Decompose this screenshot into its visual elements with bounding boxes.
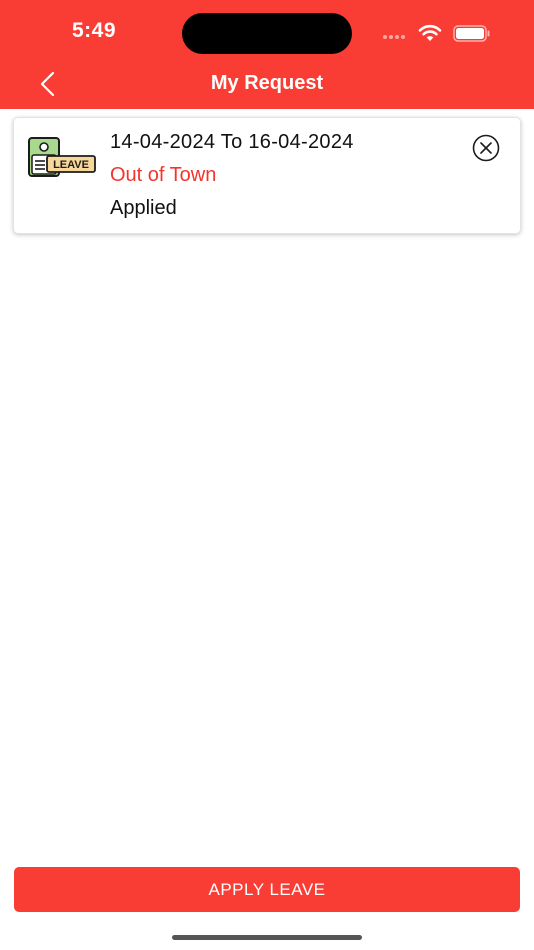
battery-icon	[453, 25, 490, 42]
cellular-signal-icon	[383, 35, 405, 39]
home-indicator	[172, 935, 362, 940]
wifi-icon	[418, 24, 442, 41]
leave-badge-label: LEAVE	[53, 159, 89, 171]
request-status: Applied	[110, 197, 177, 219]
dynamic-island	[182, 13, 352, 54]
apply-leave-button[interactable]: APPLY LEAVE	[14, 867, 520, 912]
request-reason: Out of Town	[110, 164, 217, 186]
status-time: 5:49	[72, 19, 117, 42]
leave-request-card[interactable]: LEAVE 14-04-2024 To 16-04-2024 Out of To…	[13, 117, 521, 234]
request-date-range: 14-04-2024 To 16-04-2024	[110, 131, 354, 153]
page-title: My Request	[210, 72, 324, 94]
header-bar: 5:49 My Request	[0, 0, 534, 109]
close-circle-icon	[472, 134, 500, 162]
cancel-request-button[interactable]	[471, 133, 501, 163]
leave-badge-icon: LEAVE	[28, 137, 96, 177]
